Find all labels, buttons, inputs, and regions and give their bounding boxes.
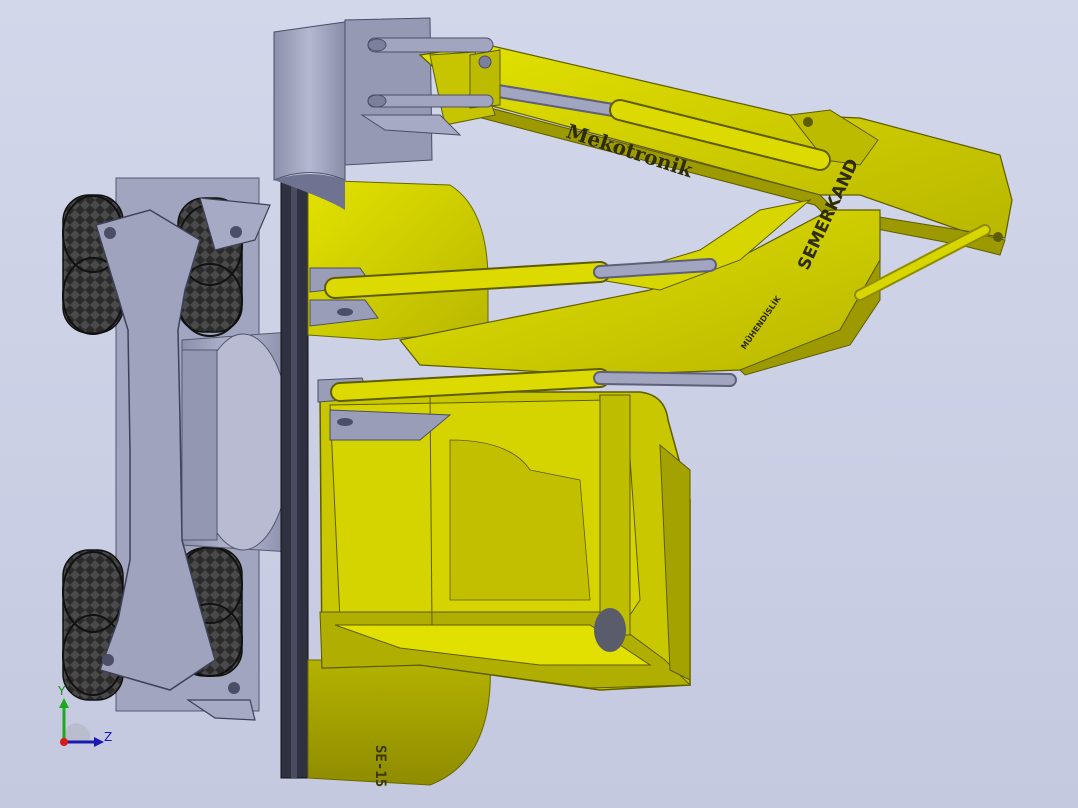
base-marking-label: SE-15 bbox=[372, 745, 388, 787]
axis-triad: Y Z bbox=[50, 684, 120, 754]
triad-y-label: Y bbox=[58, 684, 66, 698]
graphics-viewport[interactable]: Mekotronik SEMERKAND MÜHENDİSLİK SE-15 Y… bbox=[0, 0, 1078, 808]
hub-cylinder bbox=[181, 331, 292, 553]
mast-plate bbox=[280, 179, 309, 779]
cad-model-view[interactable]: Mekotronik SEMERKAND MÜHENDİSLİK SE-15 bbox=[0, 0, 1078, 808]
tire-bottom-left bbox=[62, 549, 124, 701]
triad-z-label: Z bbox=[104, 730, 113, 744]
hydraulic-cylinder-bottom bbox=[330, 368, 737, 402]
upper-arm-jib bbox=[418, 44, 1013, 256]
